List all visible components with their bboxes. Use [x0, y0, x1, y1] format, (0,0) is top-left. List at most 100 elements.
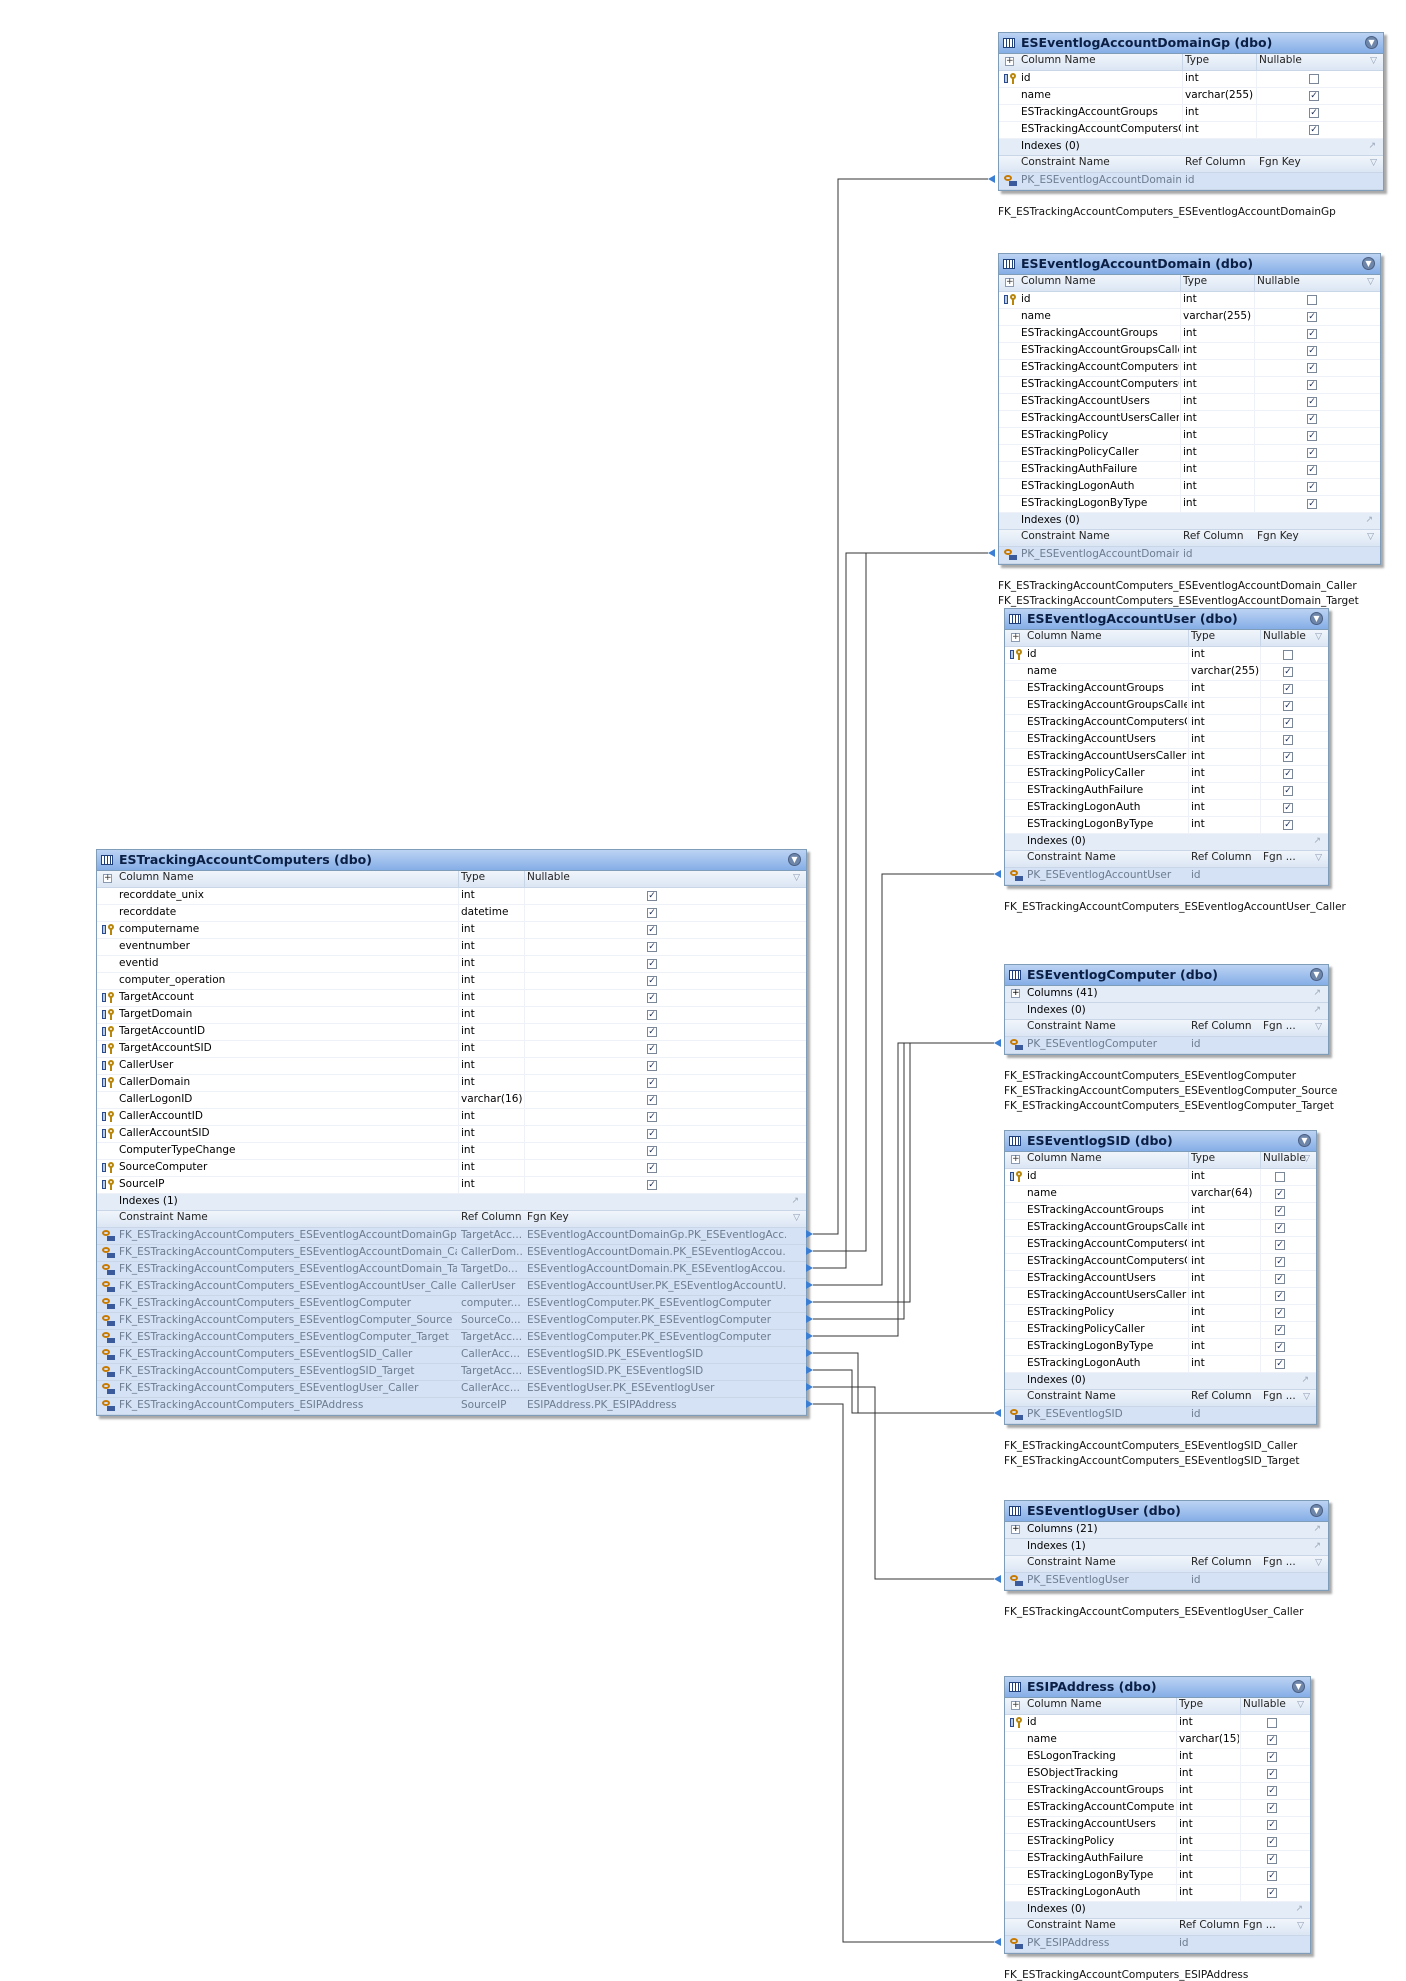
nullable-checkbox[interactable]: ✓	[1275, 1308, 1285, 1318]
column-row[interactable]: TargetDomain int ✓	[97, 1007, 806, 1024]
nullable-checkbox[interactable]: ✓	[1267, 1752, 1277, 1762]
relationship-line[interactable]	[813, 1369, 994, 1414]
column-row[interactable]: ESTrackingAuthFailure int ✓	[1005, 783, 1328, 800]
nullable-checkbox[interactable]: ✓	[1307, 431, 1317, 441]
nullable-checkbox[interactable]	[1309, 74, 1319, 84]
column-row[interactable]: ESTrackingPolicy int ✓	[999, 428, 1380, 445]
band-toggle-icon[interactable]: ↗	[1313, 836, 1321, 846]
column-divider[interactable]	[1240, 1698, 1241, 1714]
table-title-bar[interactable]: ESEventlogSID (dbo) ▼	[1005, 1131, 1316, 1152]
nullable-checkbox[interactable]: ✓	[647, 1129, 657, 1139]
nullable-checkbox[interactable]: ✓	[1307, 499, 1317, 509]
filter-icon[interactable]: ▽	[793, 873, 800, 883]
nullable-checkbox[interactable]: ✓	[1275, 1291, 1285, 1301]
nullable-checkbox[interactable]	[1275, 1172, 1285, 1182]
filter-icon[interactable]: ▽	[793, 1213, 800, 1223]
nullable-checkbox[interactable]: ✓	[647, 959, 657, 969]
nullable-checkbox[interactable]: ✓	[1283, 786, 1293, 796]
table-eventloguser[interactable]: ESEventlogUser (dbo) ▼ + Columns (21) ↗ Index…	[1004, 1500, 1329, 1591]
column-row[interactable]: ESTrackingAccountComputersClr int ✓	[1005, 1254, 1316, 1271]
nullable-checkbox[interactable]: ✓	[647, 1044, 657, 1054]
nullable-checkbox[interactable]: ✓	[1307, 312, 1317, 322]
indexes-band[interactable]: Indexes (1) ↗	[1005, 1539, 1328, 1556]
constraint-row[interactable]: FK_ESTrackingAccountComputers_ESEventlog…	[97, 1313, 806, 1330]
relationship-source-arrow[interactable]	[806, 1400, 813, 1408]
table-sid[interactable]: ESEventlogSID (dbo) ▼ + Column Name Type Null…	[1004, 1130, 1317, 1425]
column-row[interactable]: ESTrackingAccountGroupsCaller int ✓	[1005, 1220, 1316, 1237]
filter-icon[interactable]: ▽	[1370, 56, 1377, 66]
relationship-target-arrow[interactable]	[994, 1039, 1001, 1047]
table-ipaddress[interactable]: ESIPAddress (dbo) ▼ + Column Name Type Nullab…	[1004, 1676, 1311, 1954]
nullable-checkbox[interactable]: ✓	[647, 1027, 657, 1037]
constraint-row[interactable]: PK_ESEventlogAccountDomain id	[999, 547, 1380, 564]
column-row[interactable]: ESTrackingLogonAuth int ✓	[1005, 1356, 1316, 1373]
nullable-checkbox[interactable]: ✓	[647, 1163, 657, 1173]
column-row[interactable]: ESTrackingAccountComputers int ✓	[1005, 1800, 1310, 1817]
band-toggle-icon[interactable]: ↗	[1365, 515, 1373, 525]
expand-plus-icon[interactable]: +	[1011, 1701, 1020, 1710]
expand-plus-icon[interactable]: +	[1005, 278, 1014, 287]
columns-collapsed-band[interactable]: + Columns (21) ↗	[1005, 1522, 1328, 1539]
table-title-bar[interactable]: ESIPAddress (dbo) ▼	[1005, 1677, 1310, 1698]
column-row[interactable]: ESTrackingLogonAuth int ✓	[1005, 1885, 1310, 1902]
filter-icon[interactable]: ▽	[1367, 532, 1374, 542]
nullable-checkbox[interactable]: ✓	[647, 942, 657, 952]
relationship-source-arrow[interactable]	[806, 1298, 813, 1306]
filter-icon[interactable]: ▽	[1297, 1921, 1304, 1931]
constraint-row[interactable]: PK_ESIPAddress id	[1005, 1936, 1310, 1953]
column-row[interactable]: ESTrackingAccountGroupsCaller int ✓	[1005, 698, 1328, 715]
relationship-target-arrow[interactable]	[994, 1575, 1001, 1583]
column-divider[interactable]	[1260, 1152, 1261, 1168]
expand-plus-icon[interactable]: +	[1011, 989, 1020, 998]
column-row[interactable]: name varchar(64) ✓	[1005, 1186, 1316, 1203]
column-row[interactable]: SourceIP int ✓	[97, 1177, 806, 1194]
column-row[interactable]: ESTrackingAccountComputersCli int ✓	[1005, 1237, 1316, 1254]
column-row[interactable]: SourceComputer int ✓	[97, 1160, 806, 1177]
nullable-checkbox[interactable]: ✓	[1275, 1223, 1285, 1233]
constraint-row[interactable]: PK_ESEventlogUser id	[1005, 1573, 1328, 1590]
nullable-checkbox[interactable]: ✓	[647, 925, 657, 935]
relationship-line[interactable]	[813, 1403, 994, 1943]
constraint-row[interactable]: FK_ESTrackingAccountComputers_ESEventlog…	[97, 1262, 806, 1279]
nullable-checkbox[interactable]: ✓	[1309, 108, 1319, 118]
expand-plus-icon[interactable]: +	[103, 874, 112, 883]
expand-plus-icon[interactable]: +	[1011, 1525, 1020, 1534]
indexes-band[interactable]: Indexes (0) ↗	[1005, 1373, 1316, 1390]
column-divider[interactable]	[1254, 275, 1255, 291]
nullable-checkbox[interactable]: ✓	[647, 1180, 657, 1190]
table-title-bar[interactable]: ESEventlogAccountDomainGp (dbo) ▼	[999, 33, 1383, 54]
table-domaingp[interactable]: ESEventlogAccountDomainGp (dbo) ▼ + Column …	[998, 32, 1384, 191]
nullable-checkbox[interactable]: ✓	[1267, 1888, 1277, 1898]
column-row[interactable]: ESTrackingAccountUsers int ✓	[1005, 1817, 1310, 1834]
column-row[interactable]: CallerDomain int ✓	[97, 1075, 806, 1092]
column-row[interactable]: ESTrackingLogonByType int ✓	[1005, 1868, 1310, 1885]
column-row[interactable]: name varchar(15) ✓	[1005, 1732, 1310, 1749]
table-title-bar[interactable]: ESEventlogAccountUser (dbo) ▼	[1005, 609, 1328, 630]
nullable-checkbox[interactable]: ✓	[1267, 1769, 1277, 1779]
filter-icon[interactable]: ▽	[1315, 1022, 1322, 1032]
table-title-bar[interactable]: ESEventlogUser (dbo) ▼	[1005, 1501, 1328, 1522]
column-row[interactable]: computer_operation int ✓	[97, 973, 806, 990]
relationship-source-arrow[interactable]	[806, 1315, 813, 1323]
nullable-checkbox[interactable]: ✓	[1275, 1189, 1285, 1199]
collapse-chevron-icon[interactable]: ▼	[1298, 1134, 1311, 1147]
nullable-checkbox[interactable]: ✓	[1307, 414, 1317, 424]
indexes-band[interactable]: Indexes (0) ↗	[1005, 1003, 1328, 1020]
column-row[interactable]: CallerAccountSID int ✓	[97, 1126, 806, 1143]
nullable-checkbox[interactable]: ✓	[647, 1095, 657, 1105]
indexes-band[interactable]: Indexes (1) ↗	[97, 1194, 806, 1211]
column-row[interactable]: ESTrackingAuthFailure int ✓	[999, 462, 1380, 479]
relationship-source-arrow[interactable]	[806, 1383, 813, 1391]
nullable-checkbox[interactable]: ✓	[1307, 380, 1317, 390]
relationship-line[interactable]	[813, 178, 988, 1235]
column-row[interactable]: ESTrackingPolicy int ✓	[1005, 1305, 1316, 1322]
column-row[interactable]: recorddate datetime ✓	[97, 905, 806, 922]
nullable-checkbox[interactable]: ✓	[1309, 91, 1319, 101]
collapse-chevron-icon[interactable]: ▼	[788, 853, 801, 866]
constraint-row[interactable]: PK_ESEventlogAccountDomainGp id	[999, 173, 1383, 190]
column-row[interactable]: ESTrackingAccountComputersClr int ✓	[1005, 715, 1328, 732]
expand-plus-icon[interactable]: +	[1005, 57, 1014, 66]
constraint-row[interactable]: FK_ESTrackingAccountComputers_ESEventlog…	[97, 1279, 806, 1296]
nullable-checkbox[interactable]: ✓	[1307, 329, 1317, 339]
column-divider[interactable]	[1176, 1698, 1177, 1714]
